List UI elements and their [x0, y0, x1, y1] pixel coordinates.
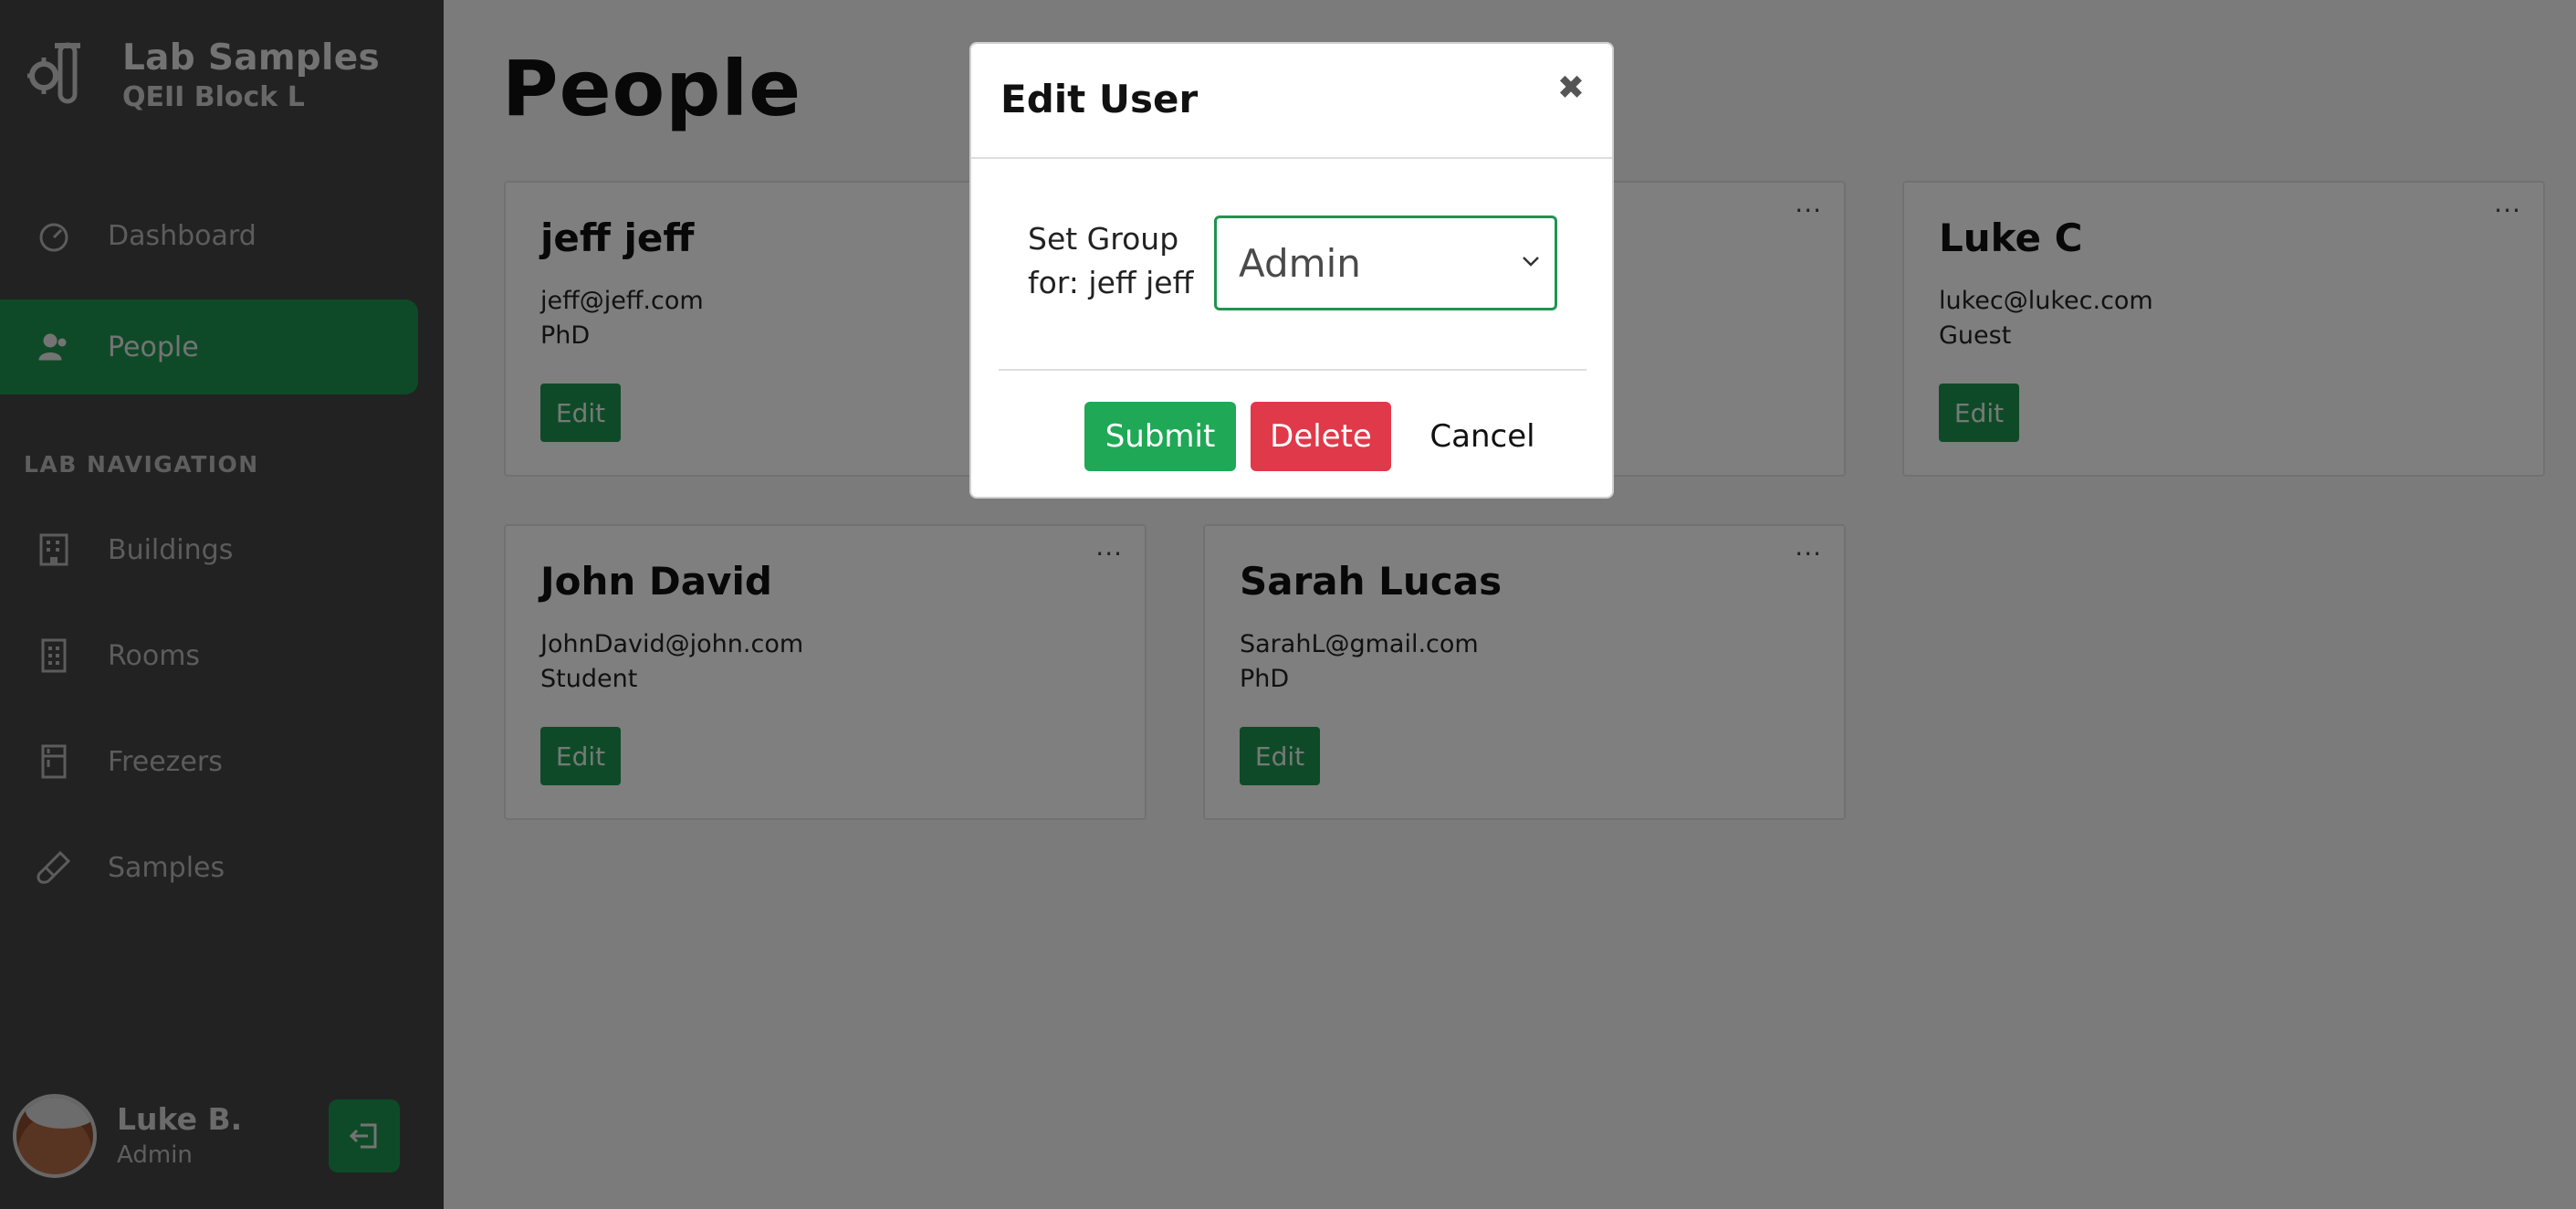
cancel-button[interactable]: Cancel	[1408, 402, 1557, 471]
modal-title: Edit User	[1000, 77, 1199, 121]
divider	[999, 369, 1586, 371]
group-select-value: Admin	[1239, 240, 1361, 286]
group-select[interactable]: Admin	[1214, 216, 1557, 310]
submit-button[interactable]: Submit	[1084, 402, 1236, 471]
edit-user-modal: Edit User ✖ Set Group for: jeff jeff Adm…	[969, 42, 1614, 499]
close-icon[interactable]: ✖	[1557, 69, 1585, 107]
delete-button[interactable]: Delete	[1251, 402, 1391, 471]
set-group-label: Set Group for: jeff jeff	[1028, 221, 1194, 300]
divider	[971, 157, 1612, 159]
chevron-down-icon	[1523, 257, 1539, 267]
